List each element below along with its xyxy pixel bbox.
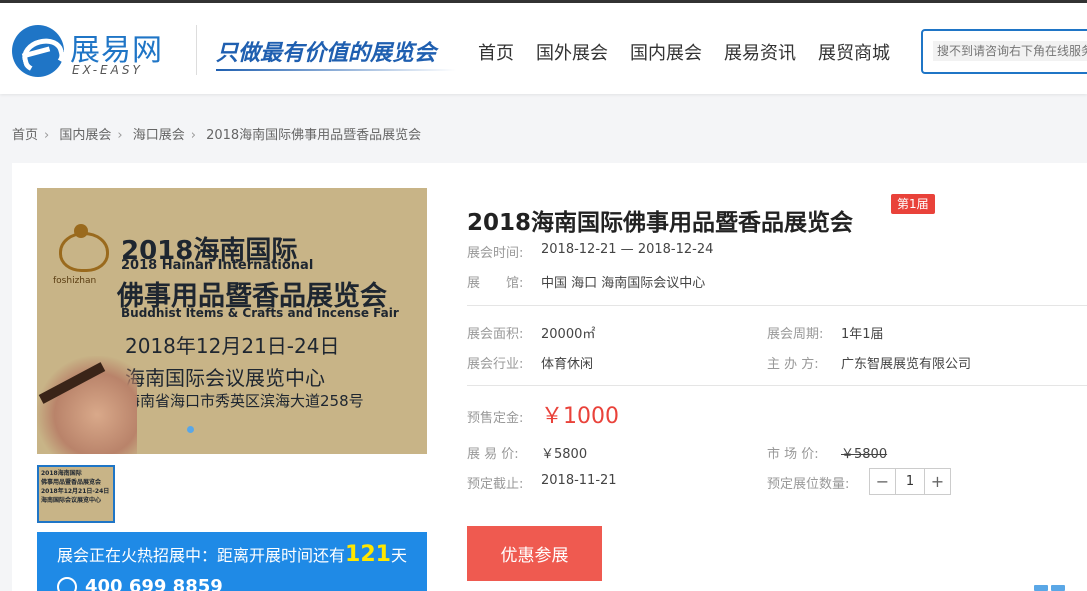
cycle-label: 展会周期: [767,327,824,342]
countdown-after: 天 [390,546,407,565]
slogan: 只做最有价值的展览会 [216,40,437,66]
minus-button[interactable]: − [870,469,896,494]
time-label: 展会时间: [467,246,524,261]
deposit-price: ￥1000 [541,404,619,429]
industry-value: 体育休闲 [541,357,594,372]
poster-date: 2018年12月21日-24日 [125,334,340,358]
breadcrumb-current: 2018海南国际佛事用品暨香品展览会 [206,128,422,143]
easy-price-label: 展 易 价: [467,447,519,462]
logo-en-text: EX-EASY [72,63,143,77]
cycle-value: 1年1届 [841,327,884,342]
qq-icon[interactable] [1051,585,1065,591]
carousel-dot[interactable] [187,426,194,433]
thumb-line2: 佛事用品暨香品展览会 [41,479,102,486]
poster-title-en: 2018 Hainan International [121,258,314,273]
countdown-days: 121 [345,542,391,567]
poster-thumbnail[interactable]: 2018海南国际 佛事用品暨香品展览会 2018年12月21日-24日 海南国际… [37,465,115,523]
breadcrumb-haikou[interactable]: 海口展会 [133,128,185,143]
deposit-label: 预售定金: [467,411,524,426]
quantity-input[interactable] [896,469,924,494]
site-logo[interactable]: 展易网 EX-EASY [12,23,177,81]
nav-home[interactable]: 首页 [476,39,516,65]
breadcrumb-home[interactable]: 首页 [12,128,38,143]
thumb-line3: 2018年12月21日-24日 [41,488,110,495]
slogan-underline [216,69,456,71]
expo-poster-image[interactable]: foshizhan 2018海南国际 2018 Hainan Internati… [37,188,427,454]
hotline: 400 699 8859 [57,576,223,591]
phone-24h-icon [57,577,77,591]
expo-title: 2018海南国际佛事用品暨香品展览会 [467,210,854,236]
promo-banner: 展会正在火热招展中：距离开展时间还有121天 400 699 8859 [37,532,427,591]
header-divider [196,25,197,75]
deadline-value: 2018-11-21 [541,473,617,488]
main-nav: 首页 国外展会 国内展会 展易资讯 展贸商城 [476,39,892,65]
poster-address: 海南省海口市秀英区滨海大道258号 [125,392,364,410]
chevron-right-icon: › [44,128,50,143]
area-label: 展会面积: [467,327,524,342]
venue-value[interactable]: 中国 海口 海南国际会议中心 [541,272,705,291]
industry-label: 展会行业: [467,357,524,372]
nav-trade-mall[interactable]: 展贸商城 [816,39,892,65]
breadcrumb-domestic[interactable]: 国内展会 [59,128,111,143]
breadcrumb: 首页 › 国内展会 › 海口展会 › 2018海南国际佛事用品暨香品展览会 [12,124,427,143]
poster-mark-text: foshizhan [53,276,97,286]
organizer-label: 主 办 方: [767,357,819,372]
deadline-label: 预定截止: [467,477,524,492]
countdown-text: 展会正在火热招展中：距离开展时间还有121天 [57,542,407,567]
chevron-right-icon: › [190,128,196,143]
lotus-logo-icon [51,224,111,274]
search-box [921,29,1087,74]
market-price-value: ￥5800 [841,447,888,462]
countdown-before: 展会正在火热招展中：距离开展时间还有 [57,546,346,565]
divider [467,305,1087,306]
join-expo-button[interactable]: 优惠参展 [467,526,602,581]
quantity-stepper: − + [869,468,951,495]
logo-e-icon [12,25,64,77]
nav-overseas-fairs[interactable]: 国外展会 [534,39,610,65]
hotline-number[interactable]: 400 699 8859 [85,576,223,591]
nav-domestic-fairs[interactable]: 国内展会 [628,39,704,65]
poster-venue: 海南国际会议展览中心 [125,366,325,390]
edition-badge: 第1届 [891,194,935,214]
thumb-line4: 海南国际会议展览中心 [41,497,102,504]
organizer-value: 广东智展展览有限公司 [841,357,972,372]
plus-button[interactable]: + [924,469,950,494]
search-input[interactable] [933,41,1087,61]
thumb-line1: 2018海南国际 [41,470,82,477]
divider [467,385,1087,386]
time-value: 2018-12-21 — 2018-12-24 [541,242,714,257]
site-header: 展易网 EX-EASY 只做最有价值的展览会 首页 国外展会 国内展会 展易资讯… [0,3,1087,94]
float-widget-icons[interactable] [1034,585,1065,591]
booth-qty-label: 预定展位数量: [767,477,850,492]
chat-icon[interactable] [1034,585,1048,591]
chevron-right-icon: › [117,128,123,143]
nav-news[interactable]: 展易资讯 [722,39,798,65]
easy-price-value: ￥5800 [541,447,588,462]
market-price-label: 市 场 价: [767,447,819,462]
poster-subtitle-en: Buddhist Items & Crafts and Incense Fair [121,306,399,320]
area-value: 20000㎡ [541,327,596,342]
venue-label: 展 馆: [467,276,524,291]
